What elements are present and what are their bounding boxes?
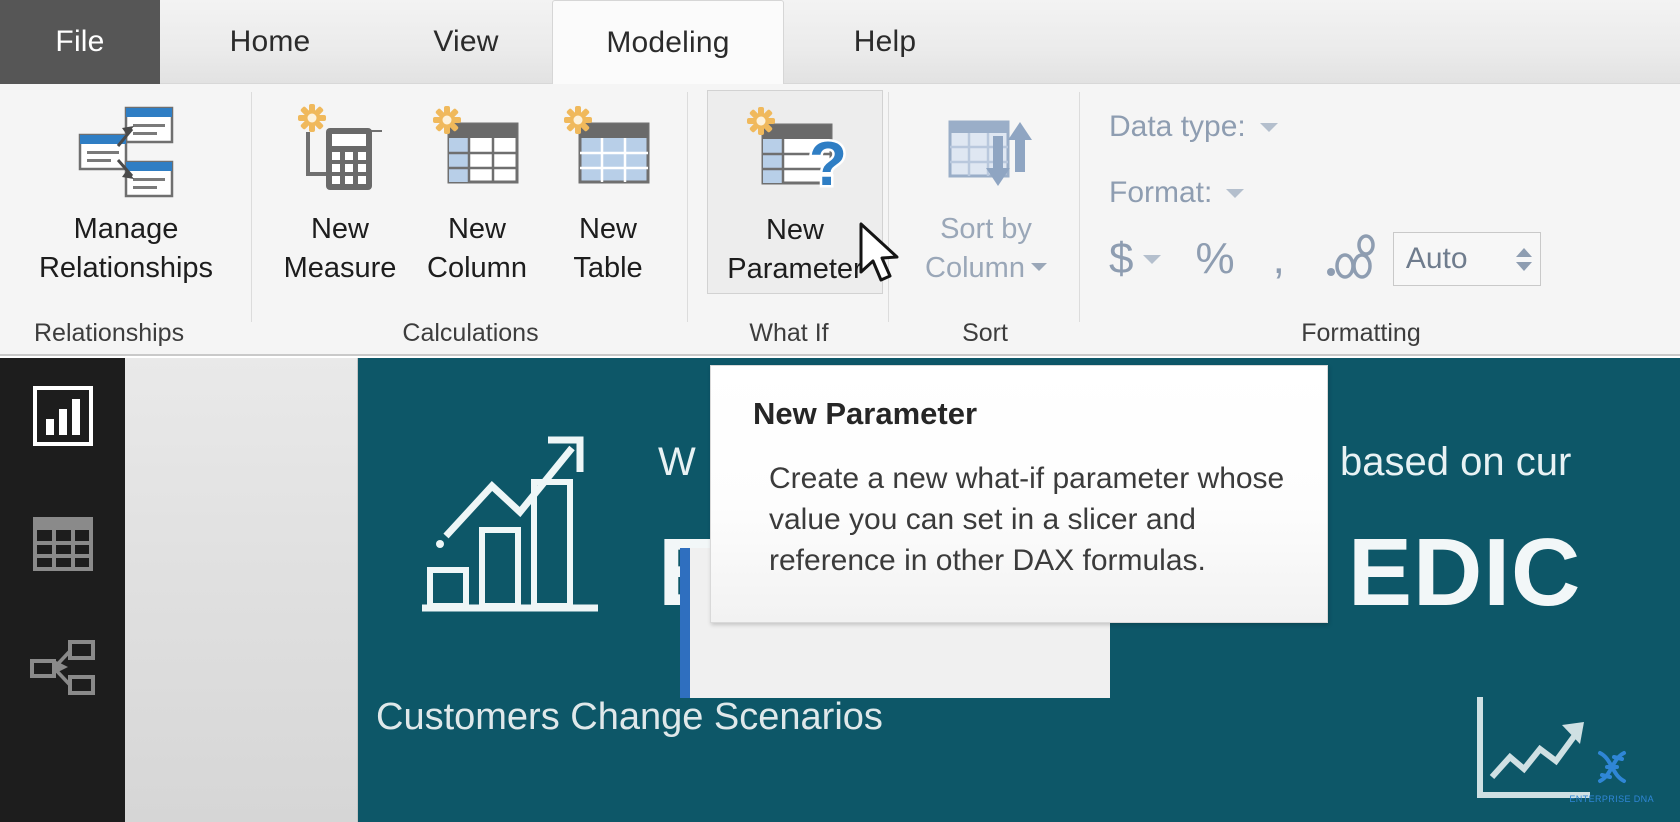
new-column-button[interactable]: New Column bbox=[413, 90, 541, 292]
format-icon-row: $ % , Auto bbox=[1109, 232, 1541, 286]
sidebar-item-report-view[interactable] bbox=[0, 368, 125, 468]
data-type-label: Data type: bbox=[1109, 110, 1246, 143]
canvas-headline-small: W bbox=[658, 440, 696, 484]
sidebar-item-model-view[interactable] bbox=[0, 620, 125, 720]
tab-home[interactable]: Home bbox=[170, 0, 370, 84]
chevron-down-icon[interactable] bbox=[1226, 188, 1245, 198]
tab-help[interactable]: Help bbox=[790, 0, 980, 84]
sort-by-column-label: Sort by Column bbox=[925, 210, 1047, 288]
spinner-arrows-icon[interactable] bbox=[1515, 247, 1532, 271]
new-parameter-icon: ? bbox=[741, 97, 849, 209]
visualizations-panel[interactable] bbox=[125, 358, 358, 822]
left-nav-rail bbox=[0, 358, 125, 822]
new-table-label: New Table bbox=[573, 213, 643, 284]
new-measure-button[interactable]: New Measure bbox=[273, 90, 407, 292]
chevron-down-icon[interactable] bbox=[1030, 263, 1047, 271]
ribbon-group-formatting: Data type: Format: $ % , Auto Formatting bbox=[1081, 84, 1641, 356]
new-parameter-tooltip: New Parameter Create a new what-if param… bbox=[710, 365, 1328, 623]
power-bi-window: File Home View Modeling Help Manage Rela… bbox=[0, 0, 1680, 822]
logo-caption: ENTERPRISE DNA bbox=[1569, 794, 1654, 804]
group-divider bbox=[687, 92, 688, 322]
thousands-separator-button[interactable]: , bbox=[1273, 237, 1285, 281]
new-parameter-button[interactable]: ? New Parameter bbox=[707, 90, 883, 294]
ribbon-group-relationships-label: Relationships bbox=[34, 319, 185, 347]
ribbon-group-formatting-label: Formatting bbox=[1301, 319, 1421, 347]
ribbon-group-relationships: Manage Relationships Relationships bbox=[0, 84, 252, 356]
ribbon-group-what-if-label: What If bbox=[749, 319, 829, 347]
canvas-subtitle: Customers Change Scenarios bbox=[376, 696, 883, 738]
tooltip-body: Create a new what-if parameter whose val… bbox=[769, 462, 1285, 577]
table-grid-icon bbox=[32, 513, 94, 580]
canvas-headline-small-right: based on cur bbox=[1340, 440, 1572, 484]
manage-relationships-button[interactable]: Manage Relationships bbox=[22, 90, 230, 292]
bar-chart-icon bbox=[32, 385, 94, 452]
currency-format-button[interactable]: $ bbox=[1109, 237, 1133, 281]
mouse-cursor bbox=[858, 222, 904, 293]
sidebar-item-data-view[interactable] bbox=[0, 496, 125, 596]
tab-help-label: Help bbox=[853, 25, 917, 58]
ribbon-group-sort-label: Sort bbox=[962, 319, 1008, 347]
decimal-places-icon[interactable] bbox=[1325, 233, 1377, 285]
ribbon-group-what-if: ? New Parameter What If bbox=[689, 84, 889, 356]
tab-modeling-label: Modeling bbox=[606, 25, 730, 59]
relationship-diagram-icon bbox=[29, 639, 96, 702]
svg-text:?: ? bbox=[809, 130, 847, 199]
tab-view[interactable]: View bbox=[376, 0, 556, 84]
tab-home-label: Home bbox=[229, 25, 311, 58]
ribbon-body: Manage Relationships Relationships New M… bbox=[0, 84, 1680, 356]
new-column-icon bbox=[427, 96, 527, 208]
new-table-icon bbox=[558, 96, 658, 208]
tooltip-title: New Parameter bbox=[753, 396, 978, 431]
format-control[interactable]: Format: bbox=[1109, 176, 1245, 210]
manage-relationships-icon bbox=[74, 96, 178, 208]
tab-modeling[interactable]: Modeling bbox=[552, 0, 784, 84]
tab-view-label: View bbox=[433, 25, 499, 58]
ribbon-group-calculations: New Measure New Column New Table Calcula… bbox=[253, 84, 688, 356]
ribbon-group-sort: Sort by Column Sort bbox=[890, 84, 1080, 356]
decimal-places-field[interactable]: Auto bbox=[1392, 232, 1541, 286]
canvas-headline-big-right: EDIC bbox=[1348, 519, 1582, 626]
enterprise-dna-logo: ENTERPRISE DNA bbox=[1569, 745, 1654, 804]
group-divider bbox=[251, 92, 252, 322]
data-type-control[interactable]: Data type: bbox=[1109, 110, 1278, 144]
manage-relationships-label: Manage Relationships bbox=[38, 213, 214, 284]
chevron-down-icon[interactable] bbox=[1143, 254, 1162, 264]
new-parameter-label: New Parameter bbox=[727, 214, 863, 285]
ribbon-group-calculations-label: Calculations bbox=[402, 319, 539, 347]
sort-by-column-icon bbox=[936, 96, 1036, 208]
tab-file[interactable]: File bbox=[0, 0, 160, 84]
ribbon-tab-bar: File Home View Modeling Help bbox=[0, 0, 1680, 84]
group-divider bbox=[1079, 92, 1080, 322]
new-table-button[interactable]: New Table bbox=[547, 90, 669, 292]
decimal-places-value: Auto bbox=[1405, 242, 1468, 275]
sort-by-column-button[interactable]: Sort by Column bbox=[906, 90, 1066, 292]
growth-chart-icon bbox=[420, 420, 610, 620]
new-column-label: New Column bbox=[427, 213, 527, 284]
tab-file-label: File bbox=[55, 25, 105, 58]
chevron-down-icon[interactable] bbox=[1259, 122, 1278, 132]
new-measure-label: New Measure bbox=[283, 213, 397, 284]
format-label: Format: bbox=[1109, 176, 1213, 209]
new-measure-icon bbox=[290, 96, 390, 208]
percent-format-button[interactable]: % bbox=[1195, 237, 1234, 281]
